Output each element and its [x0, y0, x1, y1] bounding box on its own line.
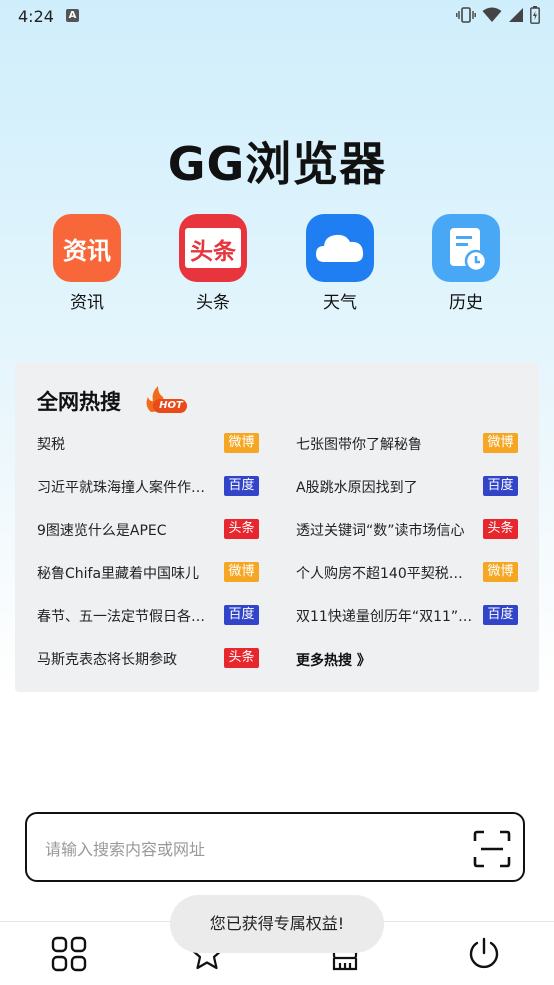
quick-links: 资讯 资讯 头条 头条 天气 历史: [0, 214, 554, 314]
hot-item[interactable]: 秘鲁Chifa里藏着中国味儿 微博: [37, 561, 265, 585]
hot-item[interactable]: 9图速览什么是APEC 头条: [37, 518, 265, 542]
hot-item-source-badge: 百度: [224, 605, 259, 625]
hot-badge-text: HOT: [159, 400, 183, 411]
hot-item-text: 个人购房不超140平契税降至1%: [296, 566, 476, 582]
hot-item[interactable]: 七张图带你了解秘鲁 微博: [296, 432, 524, 456]
hot-item[interactable]: 习近平就珠海撞人案件作出重要指示 百度: [37, 475, 265, 499]
hot-search-panel: 全网热搜 HOT 契税 微博 七张图带你了解秘鲁 微博 习近平就珠海撞人案件作出…: [15, 362, 539, 692]
quick-link-history[interactable]: 历史: [421, 214, 511, 313]
scan-button[interactable]: [473, 830, 511, 868]
hot-item-source-badge: 微博: [224, 562, 259, 582]
search-box: [25, 812, 525, 882]
hot-item-source-badge: 微博: [224, 433, 259, 453]
hot-item-text: 春节、五一法定节假日各增加1天: [37, 609, 217, 625]
history-icon: [432, 214, 500, 282]
scan-icon: [473, 830, 511, 868]
hot-item[interactable]: 春节、五一法定节假日各增加1天 百度: [37, 604, 265, 628]
hot-item[interactable]: 个人购房不超140平契税降至1% 微博: [296, 561, 524, 585]
hot-item-text: 七张图带你了解秘鲁: [296, 437, 422, 453]
hot-item[interactable]: 马斯克表态将长期参政 头条: [37, 647, 265, 671]
hot-item-text: 契税: [37, 437, 65, 453]
hot-item-source-badge: 微博: [483, 433, 518, 453]
hot-item-source-badge: 百度: [224, 476, 259, 496]
headline-icon-text: 头条: [190, 239, 236, 265]
quick-link-label: 天气: [323, 293, 357, 313]
app-title: GG浏览器: [167, 137, 387, 191]
wifi-icon: [482, 7, 502, 22]
hot-item-text: 双11快递量创历年“双11”新高: [296, 609, 476, 625]
exit-button[interactable]: [466, 936, 502, 972]
more-hot-search-link[interactable]: 更多热搜 》: [296, 650, 371, 670]
status-bar: 4:24 A: [0, 0, 554, 34]
hot-item-source-badge: 百度: [483, 476, 518, 496]
toast-message: 您已获得专属权益!: [170, 895, 384, 953]
battery-icon: [530, 6, 540, 24]
signal-icon: [509, 8, 523, 22]
hot-badge: HOT: [143, 384, 189, 420]
hot-item-source-badge: 百度: [483, 605, 518, 625]
hot-item-source-badge: 头条: [483, 519, 518, 539]
quick-link-label: 历史: [449, 293, 483, 313]
search-input[interactable]: [43, 834, 447, 864]
hot-item-text: 9图速览什么是APEC: [37, 523, 167, 539]
quick-link-news[interactable]: 资讯 资讯: [42, 214, 132, 313]
power-icon: [469, 937, 499, 969]
status-icons: [456, 6, 540, 24]
notification-icon: A: [66, 9, 79, 22]
hot-item-text: A股跳水原因找到了: [296, 480, 418, 496]
hot-item[interactable]: 透过关键词“数”读市场信心 头条: [296, 518, 524, 542]
headline-icon: 头条: [179, 214, 247, 282]
vibrate-icon: [456, 7, 476, 23]
weather-icon: [306, 214, 374, 282]
quick-link-headline[interactable]: 头条 头条: [168, 214, 258, 313]
hot-item-text: 透过关键词“数”读市场信心: [296, 523, 465, 539]
apps-grid-icon: [51, 936, 87, 972]
hot-item[interactable]: 双11快递量创历年“双11”新高 百度: [296, 604, 524, 628]
hot-item-text: 秘鲁Chifa里藏着中国味儿: [37, 566, 200, 582]
quick-link-label: 头条: [196, 293, 230, 313]
hot-item-source-badge: 头条: [224, 519, 259, 539]
news-icon: 资讯: [53, 214, 121, 282]
hot-item[interactable]: A股跳水原因找到了 百度: [296, 475, 524, 499]
hot-item-source-badge: 头条: [224, 648, 259, 668]
hot-item[interactable]: 契税 微博: [37, 432, 265, 456]
hot-search-title: 全网热搜: [37, 390, 121, 414]
quick-link-label: 资讯: [70, 293, 104, 313]
apps-button[interactable]: [51, 936, 87, 972]
quick-link-weather[interactable]: 天气: [295, 214, 385, 313]
news-icon-text: 资讯: [63, 237, 111, 265]
status-time: 4:24: [18, 7, 54, 26]
hot-item-text: 马斯克表态将长期参政: [37, 652, 177, 668]
hot-item-source-badge: 微博: [483, 562, 518, 582]
hot-item-text: 习近平就珠海撞人案件作出重要指示: [37, 480, 217, 496]
